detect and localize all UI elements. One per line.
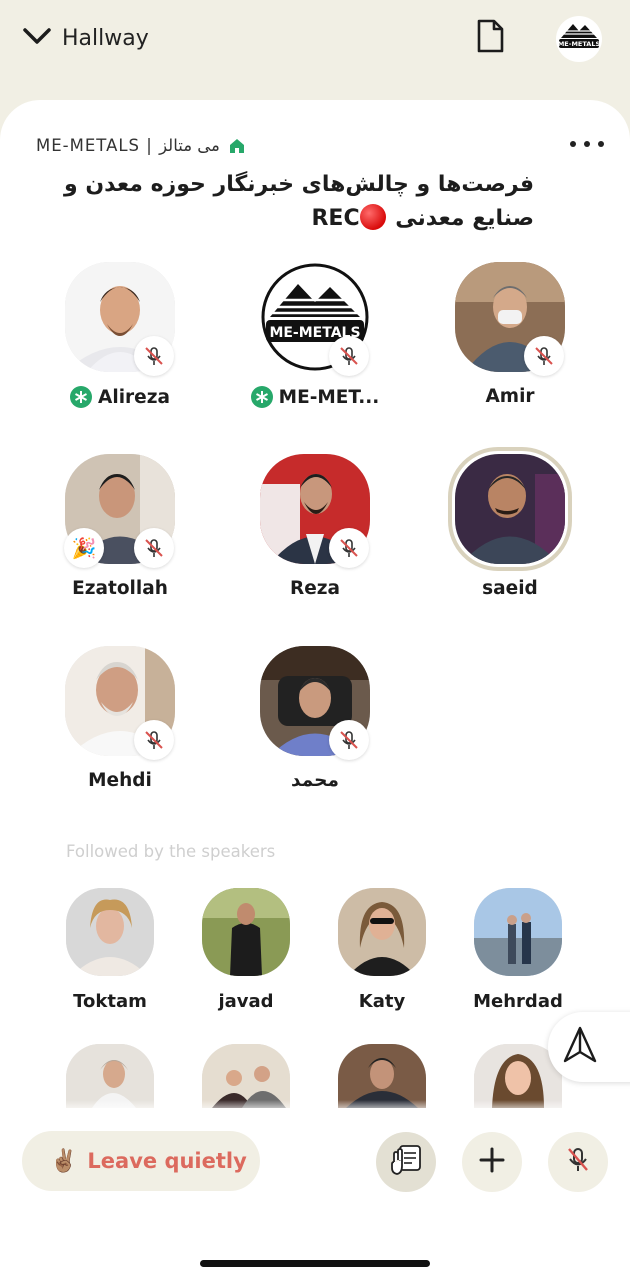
listener-name: Katy bbox=[358, 991, 406, 1012]
speaker-name: saeid bbox=[482, 578, 538, 599]
speaker-name-row: ME-MET... bbox=[235, 386, 395, 408]
speaker-name-row: Alireza bbox=[40, 386, 200, 408]
avatar[interactable] bbox=[202, 1044, 290, 1108]
avatar[interactable] bbox=[474, 888, 562, 976]
speaker-name-row: Reza bbox=[235, 578, 395, 599]
leave-label: Leave quietly bbox=[87, 1149, 247, 1173]
speaker-name: Alireza bbox=[98, 386, 170, 408]
home-indicator bbox=[200, 1260, 430, 1267]
hallway-label: Hallway bbox=[62, 25, 149, 51]
plus-icon bbox=[478, 1146, 506, 1178]
listener-name: Mehrdad bbox=[473, 991, 563, 1012]
speaker-name: Amir bbox=[485, 386, 535, 407]
document-icon bbox=[475, 18, 505, 58]
mic-toggle-button[interactable] bbox=[548, 1132, 608, 1192]
speaker-name-row: saeid bbox=[430, 578, 590, 599]
me-metals-logo-icon: ME-METALS bbox=[557, 17, 601, 61]
raise-hand-icon bbox=[388, 1142, 424, 1182]
mic-off-icon bbox=[329, 336, 369, 376]
add-button[interactable] bbox=[462, 1132, 522, 1192]
speaker-name: محمد bbox=[291, 770, 339, 791]
rec-label: REC bbox=[311, 206, 360, 231]
avatar[interactable] bbox=[338, 888, 426, 976]
moderator-icon bbox=[70, 386, 93, 408]
followed-section-label: Followed by the speakers bbox=[66, 842, 276, 861]
chevron-down-icon bbox=[22, 26, 52, 50]
mic-off-icon bbox=[565, 1146, 591, 1178]
mic-off-icon bbox=[329, 528, 369, 568]
speaker-name-row: محمد bbox=[235, 770, 395, 791]
mic-off-icon bbox=[329, 720, 369, 760]
room-sheet: ME-METALS | می متالز فرصت‌ها و چالش‌های … bbox=[0, 100, 630, 1280]
svg-text:ME-METALS: ME-METALS bbox=[558, 40, 601, 48]
mic-off-icon bbox=[134, 528, 174, 568]
speaker-name-row: Amir bbox=[430, 386, 590, 407]
club-name-row[interactable]: ME-METALS | می متالز bbox=[36, 136, 246, 155]
club-avatar[interactable]: ME-METALS bbox=[556, 16, 602, 62]
listener-name: javad bbox=[218, 991, 274, 1012]
top-bar: Hallway ME-METALS bbox=[0, 0, 630, 100]
speaker-name-row: Mehdi bbox=[40, 770, 200, 791]
moderator-icon bbox=[250, 386, 273, 408]
peace-hand-icon: ✌🏽 bbox=[50, 1148, 78, 1174]
party-badge-icon: 🎉 bbox=[64, 528, 104, 568]
avatar[interactable] bbox=[455, 454, 565, 564]
scroll-fade bbox=[0, 1100, 630, 1114]
mic-off-icon bbox=[134, 336, 174, 376]
record-dot-icon bbox=[359, 204, 386, 230]
mic-off-icon bbox=[134, 720, 174, 760]
share-button[interactable] bbox=[548, 1012, 630, 1082]
home-icon bbox=[228, 137, 246, 155]
document-button[interactable] bbox=[472, 18, 508, 58]
club-name: ME-METALS | می متالز bbox=[36, 136, 220, 155]
speaker-name: Reza bbox=[289, 578, 341, 599]
room-title: فرصت‌ها و چالش‌های خبرنگار حوزه معدن و ص… bbox=[34, 168, 534, 236]
raise-hand-button[interactable] bbox=[376, 1132, 436, 1192]
more-dot bbox=[598, 141, 604, 147]
avatar[interactable] bbox=[202, 888, 290, 976]
hallway-back-button[interactable]: Hallway bbox=[22, 18, 149, 58]
room-title-text: فرصت‌ها و چالش‌های خبرنگار حوزه معدن و ص… bbox=[64, 172, 534, 231]
speaker-name: ME-MET... bbox=[278, 386, 380, 408]
leave-quietly-button[interactable]: ✌🏽 Leave quietly bbox=[22, 1131, 260, 1191]
listener-name: Toktam bbox=[73, 991, 147, 1012]
more-horizontal-icon bbox=[570, 141, 576, 147]
more-dot bbox=[584, 141, 590, 147]
avatar[interactable] bbox=[66, 1044, 154, 1108]
mic-off-icon bbox=[524, 336, 564, 376]
more-options-button[interactable] bbox=[570, 134, 604, 154]
speaker-name: Mehdi bbox=[88, 770, 152, 791]
avatar[interactable] bbox=[66, 888, 154, 976]
speaker-name-row: Ezatollah bbox=[40, 578, 200, 599]
avatar[interactable] bbox=[338, 1044, 426, 1108]
share-icon bbox=[562, 1025, 598, 1069]
speaker-name: Ezatollah bbox=[72, 578, 168, 599]
party-emoji: 🎉 bbox=[71, 536, 97, 560]
